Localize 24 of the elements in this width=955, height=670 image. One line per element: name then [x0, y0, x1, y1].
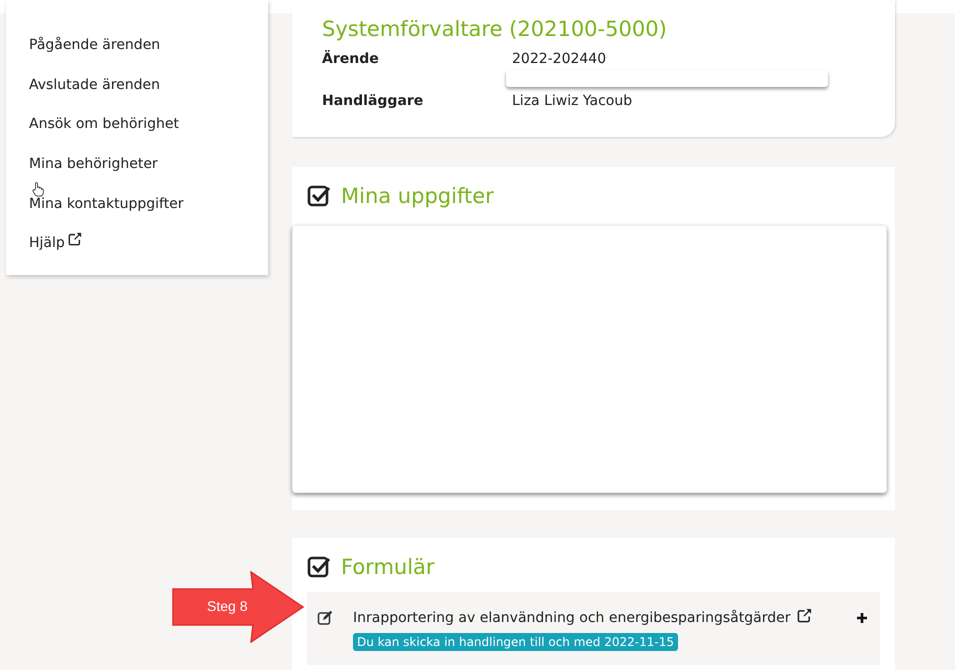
menu-item[interactable]: Mina kontaktuppgifter: [29, 196, 268, 236]
menu-item[interactable]: Mina behörigheter: [29, 156, 268, 196]
external-link-icon: [68, 232, 82, 246]
field-label: Ärende: [322, 51, 380, 67]
case-title: Systemförvaltare (202100-5000): [322, 17, 668, 41]
external-link-icon: [796, 608, 812, 623]
hand-cursor-icon: [32, 182, 44, 197]
section-title: Mina uppgifter: [341, 184, 494, 208]
menu-item[interactable]: Ansök om behörighet: [29, 116, 268, 156]
step-label: Steg 8: [207, 598, 248, 614]
field-value: Liza Liwiz Yacoub: [512, 93, 632, 109]
field-label: Handläggare: [322, 93, 424, 109]
menu-item[interactable]: Avslutade ärenden: [29, 76, 268, 116]
checkbox-icon: [307, 555, 331, 579]
form-item[interactable]: Inrapportering av elanvändning och energibesparingsåtgärder Du kan skicka in handlingen till och med 2022-11-15: [307, 592, 880, 665]
form-title[interactable]: Inrapportering av elanvändning och energibesparingsåtgärder: [353, 610, 790, 626]
menu-item[interactable]: Hjälp: [29, 235, 268, 276]
checkbox-icon: [307, 184, 331, 208]
deadline-badge: Du kan skicka in handlingen till och med 2022-11-15: [353, 633, 678, 651]
edit-icon[interactable]: [317, 610, 333, 626]
field-value: 2022-202440: [512, 51, 606, 67]
plus-icon[interactable]: [856, 612, 868, 624]
section-title: Formulär: [341, 555, 435, 579]
menu-item[interactable]: Pågående ärenden: [29, 37, 268, 77]
